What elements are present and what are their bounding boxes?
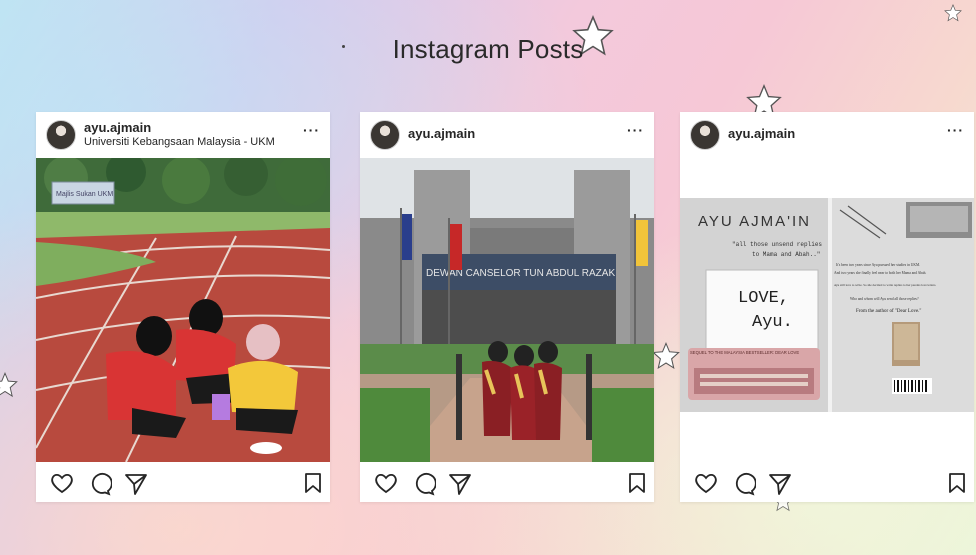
- more-options-icon[interactable]: ···: [303, 122, 320, 138]
- book-title-line-2: Ayu.: [752, 313, 793, 332]
- share-icon[interactable]: [124, 472, 148, 496]
- back-cover-blurb-1: It's been two years since Ayu pursued he…: [836, 263, 920, 267]
- post-photo[interactable]: Majlis Sukan UKM: [36, 158, 330, 462]
- share-icon[interactable]: [448, 472, 472, 496]
- instagram-post-2: ayu.ajmain ··· DEWAN CANSELOR TUN ABDUL …: [360, 112, 654, 502]
- book-title-line-1: LOVE,: [738, 289, 789, 308]
- post-actions: [680, 464, 974, 504]
- comment-icon[interactable]: [732, 472, 756, 496]
- post-photo[interactable]: AYU AJMA'IN "all those unsend replies to…: [680, 198, 974, 412]
- star-decoration-icon: [0, 372, 18, 398]
- bookmark-icon[interactable]: [948, 472, 966, 494]
- avatar[interactable]: [46, 120, 76, 150]
- post-photo[interactable]: DEWAN CANSELOR TUN ABDUL RAZAK: [360, 158, 654, 462]
- page-title: Instagram Posts: [392, 34, 584, 64]
- username[interactable]: ayu.ajmain: [728, 126, 795, 141]
- username[interactable]: ayu.ajmain: [84, 120, 151, 135]
- star-decoration-icon: [944, 4, 962, 22]
- instagram-post-1: ayu.ajmain Universiti Kebangsaan Malaysi…: [36, 112, 330, 502]
- post-header: ayu.ajmain Universiti Kebangsaan Malaysi…: [36, 112, 330, 158]
- post-actions: [36, 464, 330, 504]
- instagram-post-3: ayu.ajmain ··· AYU AJMA'IN "all those un…: [680, 112, 974, 502]
- avatar[interactable]: [370, 120, 400, 150]
- back-cover-blurb-4: Who and whom will Ayu send all those rep…: [850, 297, 919, 301]
- star-decoration-icon: [652, 342, 680, 370]
- back-cover-blurb-2: And two years she finally feel near to b…: [834, 271, 926, 275]
- post-actions: [360, 464, 654, 504]
- location[interactable]: Universiti Kebangsaan Malaysia - UKM: [84, 136, 275, 148]
- sign-text: Majlis Sukan UKM: [56, 191, 113, 198]
- comment-icon[interactable]: [88, 472, 112, 496]
- back-cover-blurb-5: From the author of "Dear Love.": [856, 309, 921, 314]
- back-cover-blurb-3: Ayu still love to write. So she decided …: [834, 283, 936, 287]
- bookmark-icon[interactable]: [304, 472, 322, 494]
- heart-icon[interactable]: [694, 472, 718, 494]
- book-tagline-line-2: to Mama and Abah..": [752, 251, 820, 258]
- book-tagline-line-1: "all those unsend replies: [732, 241, 822, 248]
- more-options-icon[interactable]: ···: [627, 122, 644, 138]
- book-author: AYU AJMA'IN: [698, 213, 811, 230]
- post-header: ayu.ajmain ···: [360, 112, 654, 158]
- comment-icon[interactable]: [412, 472, 436, 496]
- bookmark-icon[interactable]: [628, 472, 646, 494]
- book-sequel-text: SEQUEL TO THE MALAYSIA BESTSELLER: DEAR …: [690, 350, 799, 355]
- share-icon[interactable]: [768, 472, 792, 496]
- heart-icon[interactable]: [374, 472, 398, 494]
- username[interactable]: ayu.ajmain: [408, 126, 475, 141]
- post-header: ayu.ajmain ···: [680, 112, 974, 158]
- avatar[interactable]: [690, 120, 720, 150]
- more-options-icon[interactable]: ···: [947, 122, 964, 138]
- heart-icon[interactable]: [50, 472, 74, 494]
